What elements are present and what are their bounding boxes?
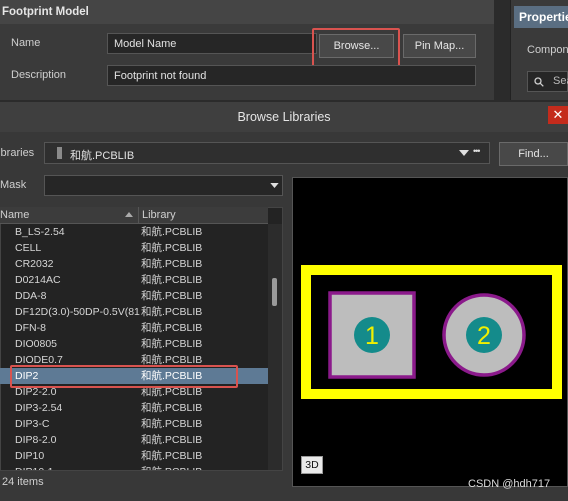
- properties-search-placeholder: Sea: [553, 75, 568, 87]
- close-icon: ✕: [552, 107, 564, 122]
- properties-header: Properties: [514, 6, 568, 28]
- pad-1-label: 1: [365, 322, 379, 350]
- row-name-cell: CELL: [15, 242, 42, 254]
- watermark: CSDN @hdh717: [468, 478, 551, 490]
- table-row[interactable]: DIO0805 和航.PCBLIB: [0, 336, 268, 352]
- pin-map-button[interactable]: Pin Map...: [403, 34, 476, 58]
- row-library-cell: 和航.PCBLIB: [141, 338, 203, 350]
- row-name-cell: B_LS-2.54: [15, 226, 65, 238]
- row-name-cell: DFN-8: [15, 322, 46, 334]
- sort-ascending-icon: [125, 212, 133, 217]
- find-button[interactable]: Find...: [499, 142, 568, 166]
- item-count-status: 24 items: [2, 476, 44, 488]
- pad-2-label: 2: [477, 322, 491, 350]
- browse-button[interactable]: Browse...: [319, 34, 394, 58]
- row-library-cell: 和航.PCBLIB: [141, 290, 203, 302]
- dialog-title: Browse Libraries: [0, 102, 568, 132]
- row-name-cell: DIP8-2.0: [15, 434, 57, 446]
- more-options-icon[interactable]: •••: [473, 146, 481, 156]
- pin-map-button-label: Pin Map...: [414, 40, 465, 52]
- column-divider: [138, 207, 139, 223]
- row-name-cell: DIP3-C: [15, 418, 50, 430]
- list-header: Name Library: [0, 207, 268, 224]
- column-name-label: Name: [0, 209, 30, 221]
- name-label: Name: [11, 37, 41, 49]
- view-3d-button[interactable]: 3D: [301, 456, 323, 474]
- row-library-cell: 和航.PCBLIB: [141, 274, 203, 286]
- find-button-label: Find...: [518, 148, 549, 160]
- description-label: Description: [11, 69, 67, 81]
- row-name-cell: DDA-8: [15, 290, 47, 302]
- selection-highlight-box: [10, 365, 238, 388]
- row-library-cell: 和航.PCBLIB: [141, 450, 203, 462]
- table-row[interactable]: CELL 和航.PCBLIB: [0, 240, 268, 256]
- row-name-cell: DF12D(3.0)-50DP-0.5V(81: [15, 306, 140, 318]
- chevron-down-icon[interactable]: [270, 183, 279, 188]
- list-rows: B_LS-2.54 和航.PCBLIB CELL 和航.PCBLIB CR2032 和航.…: [0, 224, 268, 470]
- list-scrollbar-thumb[interactable]: [272, 278, 277, 306]
- chevron-down-icon[interactable]: [459, 150, 469, 156]
- description-field[interactable]: Footprint not found: [107, 65, 476, 86]
- row-library-cell: 和航.PCBLIB: [141, 418, 203, 430]
- row-library-cell: 和航.PCBLIB: [141, 242, 203, 254]
- footprint-preview[interactable]: 1 2: [292, 177, 568, 487]
- row-name-cell: DIO0805: [15, 338, 58, 350]
- library-value: 和航.PCBLIB: [70, 150, 135, 162]
- table-row[interactable]: CR2032 和航.PCBLIB: [0, 256, 268, 272]
- table-row[interactable]: DIP3-2.54 和航.PCBLIB: [0, 400, 268, 416]
- row-name-cell: DIP10-1: [15, 464, 140, 470]
- table-row[interactable]: DF12D(3.0)-50DP-0.5V(81 和航.PCBLIB: [0, 304, 268, 320]
- row-library-cell: 和航.PCBLIB: [141, 258, 203, 270]
- mask-input[interactable]: [44, 175, 283, 196]
- table-row[interactable]: B_LS-2.54 和航.PCBLIB: [0, 224, 268, 240]
- row-library-cell: 和航.PCBLIB: [141, 464, 266, 470]
- row-library-cell: 和航.PCBLIB: [141, 434, 203, 446]
- column-header-library[interactable]: Library: [142, 207, 268, 223]
- table-row[interactable]: DIP10-1和航.PCBLIB: [0, 464, 268, 470]
- row-name-cell: D0214AC: [15, 274, 61, 286]
- row-name-cell: CR2032: [15, 258, 54, 270]
- list-scrollbar[interactable]: [268, 224, 282, 470]
- search-icon: [534, 77, 544, 87]
- close-button[interactable]: ✕: [548, 106, 568, 124]
- properties-search-input[interactable]: Sea: [527, 71, 568, 92]
- table-row[interactable]: DDA-8 和航.PCBLIB: [0, 288, 268, 304]
- row-name-cell: DIP3-2.54: [15, 402, 63, 414]
- footprint-model-header: Footprint Model: [0, 0, 494, 24]
- footprint-drawing: 1 2: [301, 265, 562, 399]
- table-row[interactable]: DFN-8 和航.PCBLIB: [0, 320, 268, 336]
- table-row[interactable]: DIP10 和航.PCBLIB: [0, 448, 268, 464]
- browse-button-label: Browse...: [333, 40, 380, 52]
- row-library-cell: 和航.PCBLIB: [141, 226, 203, 238]
- libraries-dropdown[interactable]: 和航.PCBLIB •••: [44, 142, 490, 164]
- row-library-cell: 和航.PCBLIB: [141, 322, 203, 334]
- column-header-name[interactable]: Name: [0, 207, 137, 223]
- library-file-icon: [57, 147, 62, 159]
- table-row[interactable]: D0214AC 和航.PCBLIB: [0, 272, 268, 288]
- table-row[interactable]: DIP8-2.0 和航.PCBLIB: [0, 432, 268, 448]
- mask-label: Mask: [0, 179, 27, 191]
- row-library-cell: 和航.PCBLIB: [141, 306, 203, 318]
- row-library-cell: 和航.PCBLIB: [141, 402, 203, 414]
- table-row[interactable]: DIP3-C 和航.PCBLIB: [0, 416, 268, 432]
- component-label: Compon: [527, 44, 568, 56]
- row-name-cell: DIP10: [15, 450, 45, 462]
- column-library-label: Library: [142, 209, 176, 221]
- model-name-field[interactable]: Model Name: [107, 33, 317, 54]
- libraries-label: Libraries: [0, 147, 35, 159]
